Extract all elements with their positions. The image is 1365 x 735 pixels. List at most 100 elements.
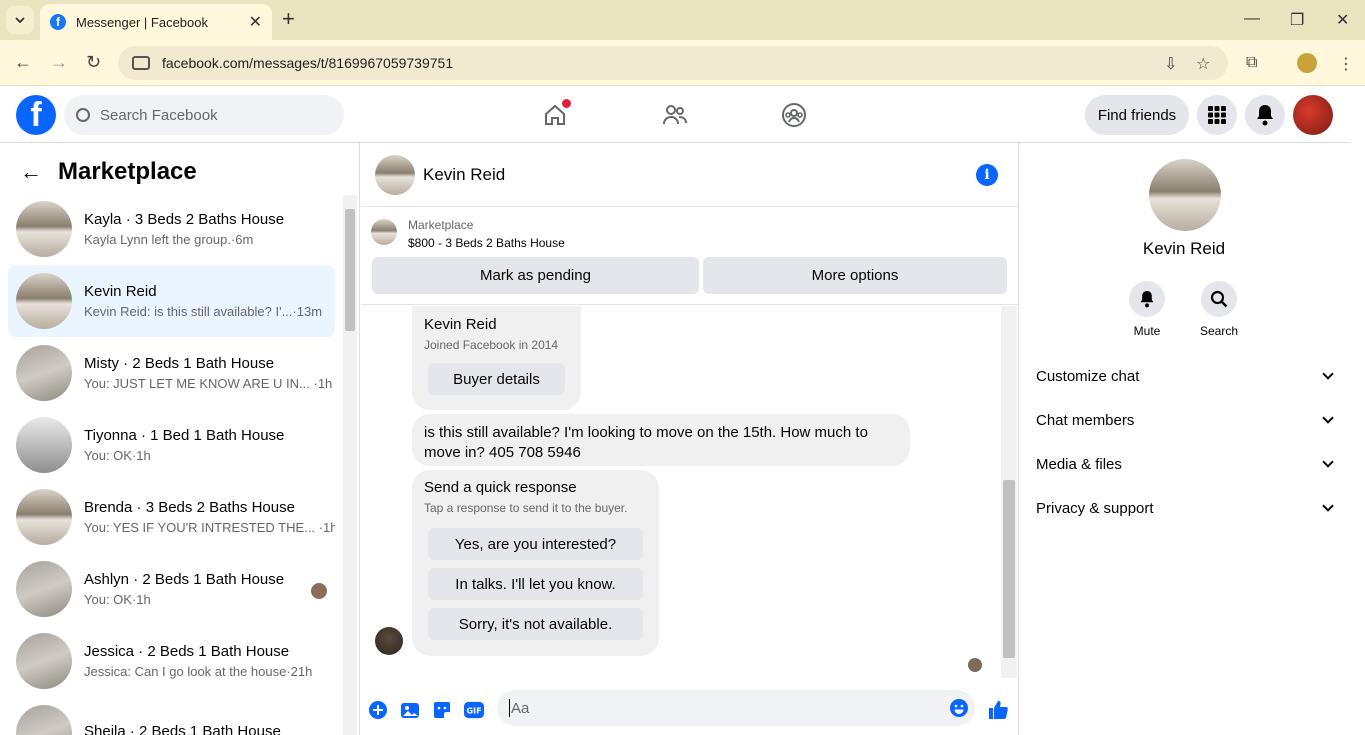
chevron-down-icon	[1322, 368, 1334, 380]
chat-contact-name[interactable]: Kevin Reid	[423, 165, 505, 185]
menu-grid-icon[interactable]	[1197, 95, 1237, 135]
customize-chat-section[interactable]: Customize chat	[1036, 354, 1336, 398]
conversation-preview: Jessica: Can I go look at the house·21h	[84, 664, 313, 679]
search-action[interactable]: Search	[1194, 281, 1244, 338]
find-friends-button[interactable]: Find friends	[1085, 95, 1189, 135]
read-receipt-avatar	[311, 583, 327, 599]
text-caret	[509, 699, 510, 717]
tab-close-icon[interactable]: ✕	[249, 12, 262, 32]
buyer-joined: Joined Facebook in 2014	[424, 338, 559, 352]
chat-header: Kevin Reid i	[361, 143, 1018, 207]
tab-title: Messenger | Facebook	[76, 14, 208, 30]
conversation-item[interactable]: Tiyonna · 1 Bed 1 Bath House You: OK·1h	[8, 409, 335, 481]
conversation-name: Kevin Reid	[84, 283, 157, 300]
conversation-name: Ashlyn · 2 Beds 1 Bath House	[84, 571, 285, 588]
conversation-item[interactable]: Jessica · 2 Beds 1 Bath House Jessica: Ca…	[8, 625, 335, 697]
more-options-button[interactable]: More options	[703, 257, 1007, 294]
contact-name[interactable]: Kevin Reid	[1020, 239, 1348, 259]
facebook-logo-icon[interactable]: f	[16, 95, 56, 135]
conversation-preview: Kevin Reid: is this still available? I'.…	[84, 304, 323, 319]
conversation-preview: Kayla Lynn left the group.·6m	[84, 232, 254, 247]
scrollbar-thumb[interactable]	[345, 209, 355, 331]
quick-reply-not-available-button[interactable]: Sorry, it's not available.	[428, 608, 643, 640]
account-avatar[interactable]	[1293, 95, 1333, 135]
mark-as-pending-button[interactable]: Mark as pending	[372, 257, 699, 294]
browser-menu-icon[interactable]: ⋮	[1338, 54, 1354, 74]
message-thread: Kevin Reid Joined Facebook in 2014 Buyer…	[361, 306, 1018, 681]
restore-icon[interactable]: ❐	[1290, 10, 1304, 30]
new-tab-icon[interactable]: +	[282, 8, 295, 30]
back-arrow-icon[interactable]: ←	[20, 159, 42, 185]
conversation-item[interactable]: Ashlyn · 2 Beds 1 Bath House You: OK·1h	[8, 553, 335, 625]
browser-tab[interactable]: f Messenger | Facebook ✕	[40, 4, 272, 40]
mute-action[interactable]: Mute	[1122, 281, 1172, 338]
reload-icon[interactable]: ↻	[86, 52, 101, 73]
friends-icon[interactable]	[661, 101, 689, 129]
sidebar-scrollbar[interactable]	[343, 195, 357, 735]
listing-thumbnail[interactable]	[371, 219, 397, 245]
home-icon[interactable]	[541, 99, 571, 129]
sender-avatar[interactable]	[375, 627, 403, 655]
buyer-details-button[interactable]: Buyer details	[428, 363, 565, 395]
address-bar[interactable]: facebook.com/messages/t/8169967059739751	[118, 46, 1228, 80]
photo-icon[interactable]	[400, 700, 420, 720]
conversation-item[interactable]: Misty · 2 Beds 1 Bath House You: JUST LET…	[8, 337, 335, 409]
quick-response-card: Send a quick response Tap a response to …	[412, 470, 659, 656]
conversation-item[interactable]: Sheila · 2 Beds 1 Bath House	[8, 697, 335, 735]
marketplace-listing-bar: Marketplace $800 - 3 Beds 2 Baths House …	[361, 207, 1018, 305]
notifications-bell-icon[interactable]	[1245, 95, 1285, 135]
media-files-section[interactable]: Media & files	[1036, 442, 1336, 486]
forward-icon[interactable]: →	[50, 52, 68, 73]
minimize-icon[interactable]: —	[1244, 10, 1260, 28]
extensions-icon[interactable]: ⧉	[1246, 54, 1257, 72]
conversation-item[interactable]: Brenda · 3 Beds 2 Baths House You: YES IF…	[8, 481, 335, 553]
quick-reply-yes-button[interactable]: Yes, are you interested?	[428, 528, 643, 560]
plus-circle-icon[interactable]	[368, 700, 388, 720]
thumbs-up-icon[interactable]	[986, 700, 1010, 720]
emoji-icon[interactable]	[949, 698, 969, 722]
conversation-avatar	[16, 489, 72, 545]
gif-icon[interactable]: GIF	[464, 700, 484, 720]
site-info-icon[interactable]	[132, 56, 150, 70]
buyer-name: Kevin Reid	[424, 316, 497, 333]
privacy-support-section[interactable]: Privacy & support	[1036, 486, 1336, 530]
conversation-name: Kayla · 3 Beds 2 Baths House	[84, 211, 285, 228]
conversation-preview: You: OK·1h	[84, 448, 151, 463]
chat-panel: Kevin Reid i Marketplace $800 - 3 Beds 2…	[361, 143, 1019, 735]
chat-avatar[interactable]	[375, 154, 415, 195]
marketplace-label: Marketplace	[408, 218, 474, 232]
info-icon[interactable]: i	[976, 164, 998, 186]
search-placeholder: Search Facebook	[100, 106, 218, 124]
contact-avatar[interactable]	[1149, 159, 1221, 231]
chat-details-panel: Kevin Reid Mute Search Customize chat Ch…	[1020, 143, 1365, 735]
message-composer: GIF Aa	[361, 683, 1018, 735]
back-icon[interactable]: ←	[14, 52, 32, 73]
conversation-item-active[interactable]: Kevin Reid Kevin Reid: is this still avai…	[8, 265, 335, 337]
listing-title[interactable]: $800 - 3 Beds 2 Baths House	[408, 236, 565, 250]
conversation-sidebar: ← Marketplace Kayla · 3 Beds 2 Baths Hou…	[0, 143, 360, 735]
search-icon[interactable]	[1201, 281, 1237, 317]
facebook-favicon-icon: f	[50, 14, 66, 30]
conversation-item[interactable]: Kayla · 3 Beds 2 Baths House Kayla Lynn l…	[8, 193, 335, 265]
conversation-preview: You: JUST LET ME KNOW ARE U IN... ·1h	[84, 376, 333, 391]
notification-dot	[562, 99, 571, 108]
bell-icon[interactable]	[1129, 281, 1165, 317]
bookmark-star-icon[interactable]: ☆	[1196, 54, 1210, 74]
page-scrollbar[interactable]	[1350, 87, 1365, 735]
tab-search-button[interactable]	[6, 6, 34, 34]
facebook-search-input[interactable]: Search Facebook	[64, 95, 344, 135]
conversation-name: Sheila · 2 Beds 1 Bath House	[84, 722, 281, 735]
install-app-icon[interactable]: ⇩	[1164, 54, 1177, 74]
close-window-icon[interactable]: ✕	[1336, 10, 1349, 30]
svg-text:GIF: GIF	[466, 706, 481, 716]
conversation-name: Brenda · 3 Beds 2 Baths House	[84, 499, 295, 516]
sticker-icon[interactable]	[432, 700, 452, 720]
browser-profile-icon[interactable]	[1297, 53, 1317, 73]
quick-reply-in-talks-button[interactable]: In talks. I'll let you know.	[428, 568, 643, 600]
chat-members-section[interactable]: Chat members	[1036, 398, 1336, 442]
thread-scrollbar[interactable]	[1001, 306, 1017, 678]
message-input[interactable]: Aa	[497, 690, 975, 726]
groups-icon[interactable]	[780, 101, 808, 129]
chevron-down-icon	[1322, 500, 1334, 512]
scrollbar-thumb[interactable]	[1003, 480, 1015, 658]
